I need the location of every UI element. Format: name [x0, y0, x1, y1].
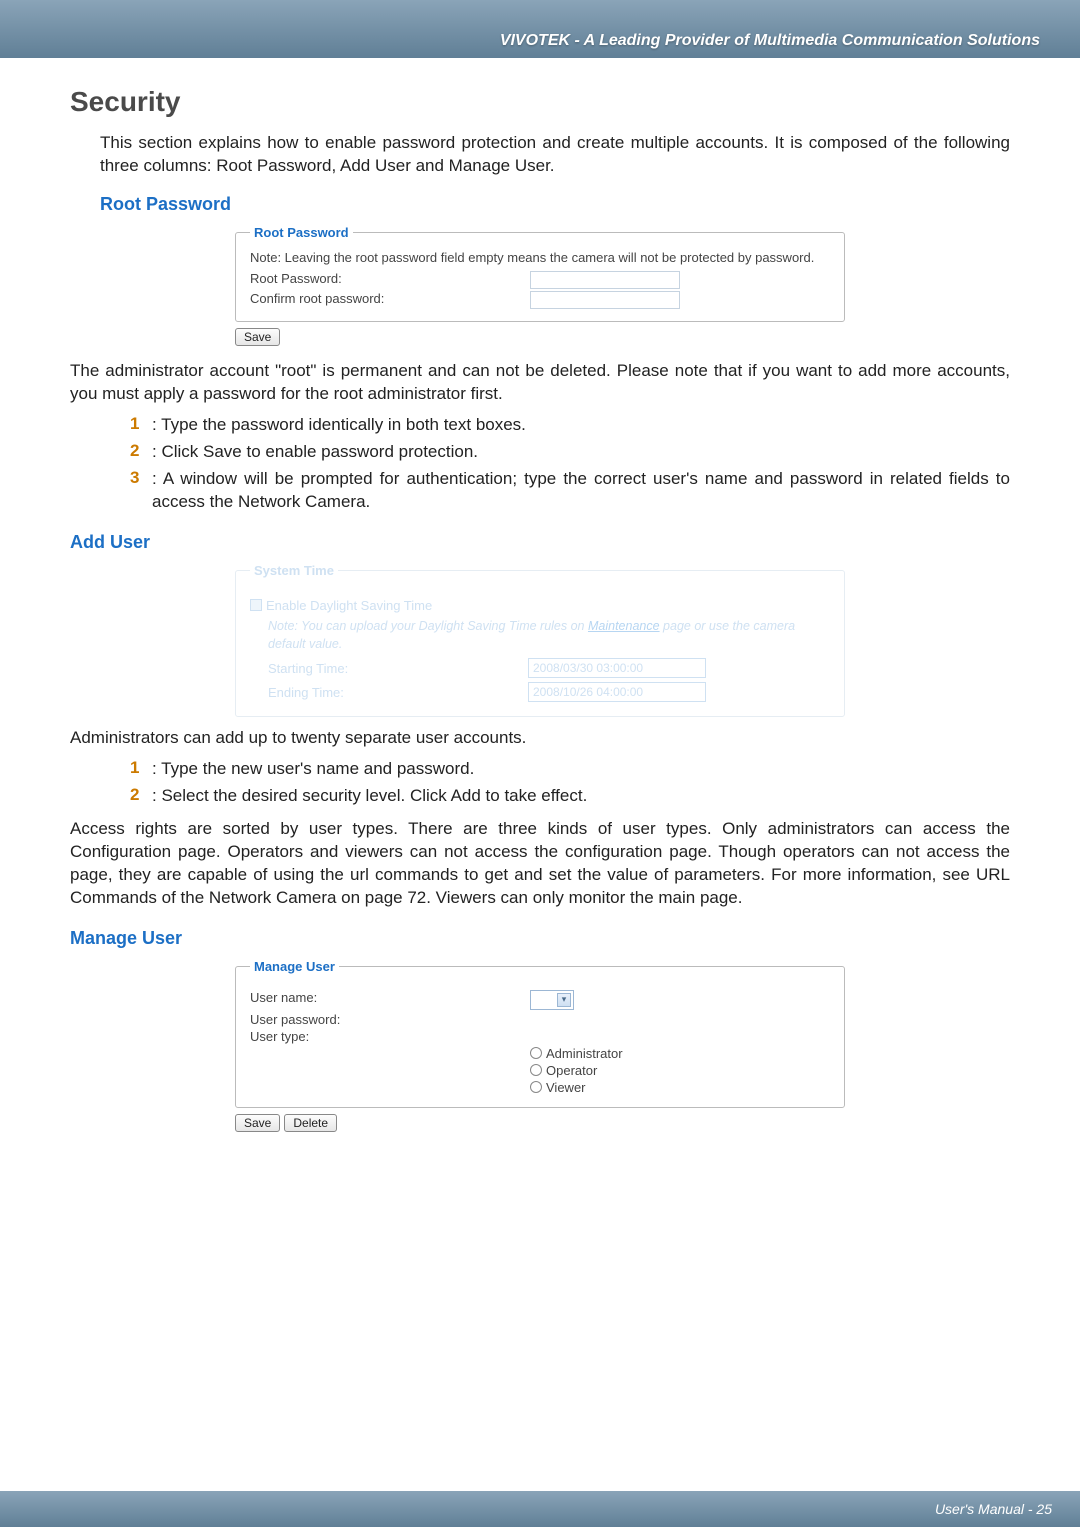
step-number-1: 1: [130, 414, 152, 434]
faded-note-pre: Note: You can upload your Daylight Savin…: [268, 619, 588, 633]
add-user-step-2: : Select the desired security level. Cli…: [152, 785, 587, 808]
faded-fieldset: System Time Enable Daylight Saving Time …: [235, 563, 845, 718]
faded-starting-time-input[interactable]: [528, 658, 706, 678]
faded-starting-time-label: Starting Time:: [268, 661, 528, 676]
root-step-1: : Type the password identically in both …: [152, 414, 526, 437]
faded-checkbox[interactable]: [250, 599, 262, 611]
radio-viewer[interactable]: [530, 1081, 542, 1093]
add-step-number-2: 2: [130, 785, 152, 805]
footer-bar: User's Manual - 25: [0, 1491, 1080, 1527]
add-user-step-1: : Type the new user's name and password.: [152, 758, 474, 781]
faded-ending-time-label: Ending Time:: [268, 685, 528, 700]
root-password-label: Root Password:: [250, 271, 530, 289]
user-password-label: User password:: [250, 1012, 530, 1027]
heading-manage-user: Manage User: [70, 928, 1010, 949]
root-after-paragraph: The administrator account "root" is perm…: [70, 360, 1010, 406]
manage-user-fieldset: Manage User User name: ▾ User password: …: [235, 959, 845, 1108]
faded-checkbox-label: Enable Daylight Saving Time: [266, 598, 432, 613]
manage-user-legend: Manage User: [250, 959, 339, 974]
radio-administrator[interactable]: [530, 1047, 542, 1059]
faded-note: Note: You can upload your Daylight Savin…: [268, 617, 830, 655]
heading-root-password: Root Password: [100, 194, 1010, 215]
root-save-button[interactable]: Save: [235, 328, 280, 346]
root-password-note: Note: Leaving the root password field em…: [250, 250, 830, 265]
confirm-root-password-input[interactable]: [530, 291, 680, 309]
header-bar: VIVOTEK - A Leading Provider of Multimed…: [0, 0, 1080, 58]
intro-paragraph: This section explains how to enable pass…: [100, 132, 1010, 178]
add-step-number-1: 1: [130, 758, 152, 778]
add-user-after: Administrators can add up to twenty sepa…: [70, 727, 1010, 750]
step-number-3: 3: [130, 468, 152, 488]
faded-ending-time-input[interactable]: [528, 682, 706, 702]
radio-operator-label: Operator: [546, 1063, 597, 1078]
heading-add-user: Add User: [70, 532, 1010, 553]
manage-save-button[interactable]: Save: [235, 1114, 280, 1132]
root-password-fieldset: Root Password Note: Leaving the root pas…: [235, 225, 845, 322]
header-title: VIVOTEK - A Leading Provider of Multimed…: [500, 32, 1040, 50]
step-number-2: 2: [130, 441, 152, 461]
user-name-select[interactable]: ▾: [530, 990, 574, 1010]
root-step-3: : A window will be prompted for authenti…: [152, 468, 1010, 514]
root-password-input[interactable]: [530, 271, 680, 289]
faded-system-time-panel: System Time Enable Daylight Saving Time …: [235, 563, 845, 718]
user-type-radio-group: Administrator Operator Viewer: [530, 1046, 830, 1095]
confirm-root-password-label: Confirm root password:: [250, 291, 530, 309]
page-content: Security This section explains how to en…: [0, 58, 1080, 1132]
footer-text: User's Manual - 25: [935, 1501, 1052, 1517]
add-user-steps-list: 1 : Type the new user's name and passwor…: [130, 758, 1010, 808]
root-step-2: : Click Save to enable password protecti…: [152, 441, 478, 464]
manage-user-panel: Manage User User name: ▾ User password: …: [235, 959, 845, 1132]
radio-viewer-label: Viewer: [546, 1080, 586, 1095]
manage-delete-button[interactable]: Delete: [284, 1114, 337, 1132]
root-password-panel: Root Password Note: Leaving the root pas…: [235, 225, 845, 346]
root-steps-list: 1 : Type the password identically in bot…: [130, 414, 1010, 514]
chevron-down-icon: ▾: [557, 993, 571, 1007]
root-password-legend: Root Password: [250, 225, 353, 240]
user-type-label: User type:: [250, 1029, 530, 1044]
access-rights-paragraph: Access rights are sorted by user types. …: [70, 818, 1010, 910]
radio-administrator-label: Administrator: [546, 1046, 623, 1061]
faded-note-link[interactable]: Maintenance: [588, 619, 660, 633]
radio-operator[interactable]: [530, 1064, 542, 1076]
faded-legend: System Time: [250, 563, 338, 578]
heading-security: Security: [70, 86, 1010, 118]
user-name-label: User name:: [250, 990, 530, 1010]
